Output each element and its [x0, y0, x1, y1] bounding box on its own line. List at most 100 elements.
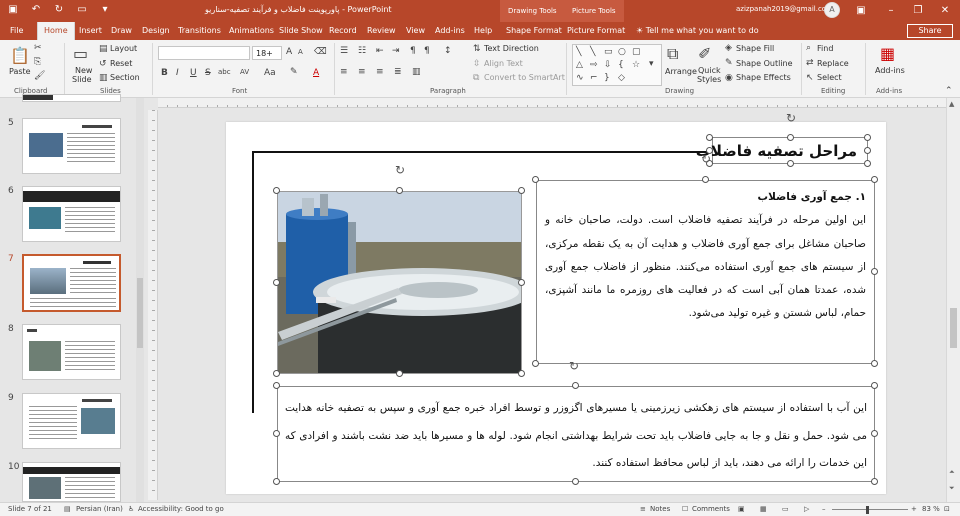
previous-slide-icon[interactable]: ⏶ — [949, 468, 955, 477]
format-painter-icon[interactable]: 🖌 — [34, 71, 45, 81]
select-button[interactable]: Select — [817, 73, 842, 83]
font-color-button[interactable]: A — [313, 68, 319, 78]
columns-icon[interactable]: ▥ — [412, 67, 421, 77]
tab-file[interactable]: File — [10, 22, 23, 40]
bold-button[interactable]: B — [161, 68, 168, 78]
tell-me-box[interactable]: ☀ Tell me what you want to do — [636, 22, 759, 40]
account-email[interactable]: azizpanah2019@gmail.com — [736, 5, 833, 13]
wastewater-tank-photo[interactable] — [277, 191, 522, 374]
tab-animations[interactable]: Animations — [229, 22, 274, 40]
brace-shape-icon[interactable]: { — [618, 60, 624, 70]
arrow-shape-icon[interactable]: ⇩ — [604, 60, 612, 70]
heading-handle[interactable] — [787, 134, 794, 141]
bracket-rotate-handle[interactable]: ↻ — [700, 153, 712, 165]
tab-insert[interactable]: Insert — [79, 22, 102, 40]
arrange-button[interactable]: Arrange — [665, 67, 697, 77]
italic-button[interactable]: I — [176, 68, 179, 78]
zoom-in-button[interactable]: + — [911, 505, 917, 513]
textbox2-handle[interactable] — [871, 478, 878, 485]
tab-picture-format[interactable]: Picture Format — [567, 22, 625, 40]
paste-icon[interactable]: 📋 — [10, 46, 30, 65]
editor-scrollbar[interactable]: ▲ ⏶ ⏷ — [946, 98, 960, 502]
line-spacing-icon[interactable]: ↕ — [444, 46, 452, 56]
line-shape-icon[interactable]: ╲ — [576, 47, 581, 57]
fit-to-window-icon[interactable]: ⊡ — [944, 505, 950, 513]
slide-thumbnail-partial[interactable] — [22, 94, 121, 102]
accessibility-status[interactable]: Accessibility: Good to go — [138, 505, 224, 513]
text-box-transport[interactable]: این آب با استفاده از سیستم های زهکشی زیر… — [277, 386, 875, 482]
photo-handle[interactable] — [518, 279, 525, 286]
paste-button[interactable]: Paste — [9, 67, 31, 77]
star-shape-icon[interactable]: ☆ — [632, 60, 640, 70]
textbox-handle[interactable] — [871, 360, 878, 367]
next-slide-icon[interactable]: ⏷ — [949, 484, 955, 493]
clear-formatting-icon[interactable]: ⌫ — [314, 47, 327, 57]
text-shadow-button[interactable]: abc — [218, 68, 231, 76]
section-button[interactable]: Section — [110, 73, 140, 83]
textbox-handle[interactable] — [532, 360, 539, 367]
textbox-handle[interactable] — [702, 176, 709, 183]
decrease-indent-icon[interactable]: ⇤ — [376, 46, 384, 56]
ribbon-display-options-button[interactable]: ▣ — [846, 0, 876, 22]
tab-draw[interactable]: Draw — [111, 22, 132, 40]
slide-thumbnail[interactable] — [22, 324, 121, 380]
shape-effects-button[interactable]: Shape Effects — [736, 73, 791, 83]
highlight-icon[interactable]: ✎ — [290, 67, 298, 77]
restore-button[interactable]: ❐ — [903, 0, 933, 22]
bracket-shape-icon[interactable]: ⌐ — [590, 73, 598, 83]
slide-thumbnail[interactable] — [22, 462, 121, 502]
tab-view[interactable]: View — [406, 22, 425, 40]
character-spacing-button[interactable]: AV — [240, 68, 249, 76]
normal-view-icon[interactable]: ▣ — [738, 505, 745, 513]
shapes-gallery[interactable]: ╲ ╲ ▭ ○ ▢ △ ⇨ ⇩ { ☆ ∿ ⌐ } ◇ ▾ — [572, 44, 662, 86]
brace-shape-icon[interactable]: } — [604, 73, 610, 83]
start-slideshow-icon[interactable]: ▭ — [75, 3, 89, 17]
photo-handle[interactable] — [518, 370, 525, 377]
comments-button[interactable]: Comments — [692, 505, 730, 513]
photo-handle[interactable] — [396, 187, 403, 194]
zoom-slider[interactable] — [832, 509, 908, 510]
cut-icon[interactable]: ✂ — [34, 43, 42, 53]
shape-fill-button[interactable]: Shape Fill — [736, 44, 774, 54]
text-box-collection[interactable]: ۱. جمع آوری فاضلاب این اولین مرحله در فر… — [536, 180, 875, 364]
quick-styles-button-line2[interactable]: Styles — [697, 75, 721, 85]
tab-design[interactable]: Design — [142, 22, 170, 40]
curve-shape-icon[interactable]: ∿ — [576, 73, 584, 83]
textbox-handle[interactable] — [871, 268, 878, 275]
zoom-slider-thumb[interactable] — [866, 506, 869, 514]
slide-thumbnail[interactable] — [22, 186, 121, 242]
customize-qat-icon[interactable]: ▾ — [98, 3, 112, 17]
textbox-handle[interactable] — [871, 176, 878, 183]
rounded-rect-shape-icon[interactable]: ▢ — [632, 47, 641, 57]
tab-add-ins[interactable]: Add-ins — [435, 22, 465, 40]
layout-button[interactable]: Layout — [110, 44, 137, 54]
heading-handle[interactable] — [864, 134, 871, 141]
photo-handle[interactable] — [273, 370, 280, 377]
tab-record[interactable]: Record — [329, 22, 357, 40]
slide-thumbnail-selected[interactable] — [22, 254, 121, 312]
reset-button[interactable]: Reset — [110, 59, 132, 69]
underline-button[interactable]: U — [190, 68, 197, 78]
replace-button[interactable]: Replace — [817, 59, 849, 69]
tab-transitions[interactable]: Transitions — [178, 22, 221, 40]
callout-shape-icon[interactable]: ◇ — [618, 73, 625, 83]
decrease-font-icon[interactable]: A — [298, 48, 303, 56]
line-shape-icon[interactable]: ╲ — [590, 47, 595, 57]
save-icon[interactable]: ▣ — [6, 3, 20, 17]
heading-handle[interactable] — [706, 134, 713, 141]
reading-view-icon[interactable]: ▭ — [782, 505, 789, 513]
textbox2-handle[interactable] — [871, 430, 878, 437]
oval-shape-icon[interactable]: ○ — [618, 47, 626, 57]
numbering-icon[interactable]: ☷ — [358, 46, 366, 56]
photo-handle[interactable] — [273, 187, 280, 194]
textbox2-handle[interactable] — [273, 430, 280, 437]
add-ins-icon[interactable]: ▦ — [880, 44, 895, 63]
language-indicator[interactable]: Persian (Iran) — [76, 505, 123, 513]
notes-button[interactable]: Notes — [650, 505, 670, 513]
slide-sorter-icon[interactable]: ▦ — [760, 505, 767, 513]
textbox2-handle[interactable] — [273, 478, 280, 485]
add-ins-button[interactable]: Add-ins — [875, 66, 905, 76]
zoom-out-button[interactable]: – — [822, 505, 826, 513]
close-button[interactable]: ✕ — [930, 0, 960, 22]
heading-handle[interactable] — [864, 147, 871, 154]
